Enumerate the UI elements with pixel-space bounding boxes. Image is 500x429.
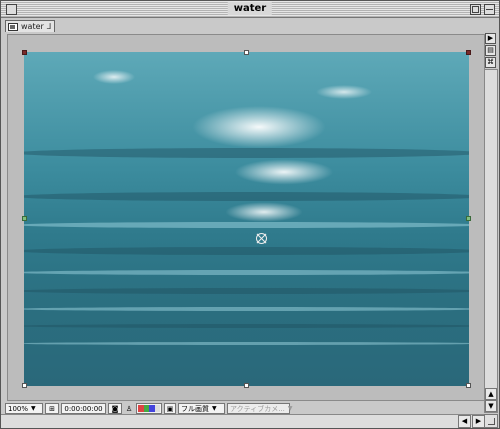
wave-band [24,307,469,311]
safe-area-button[interactable]: ⊞ [45,403,59,414]
tab-close-icon[interactable]: ⅃ [47,22,51,31]
tab-water[interactable]: water ⅃ [5,20,55,32]
chevron-down-icon: ▼ [287,405,293,412]
scroll-up-icon[interactable]: ▲ [485,388,497,400]
wave-band [24,270,469,275]
handle-bottom-center[interactable] [244,383,249,388]
chevron-down-icon: ▼ [31,405,36,412]
collapse-box-icon[interactable] [484,4,495,15]
handle-middle-right[interactable] [466,216,471,221]
alpha-channel-icon [154,405,160,412]
wave-band [24,148,469,158]
composition-icon [8,22,18,31]
scroll-left-icon[interactable]: ◀ [458,415,471,428]
handle-top-left[interactable] [22,50,27,55]
horizontal-scrollbar[interactable]: ◀ ▶ [1,414,485,428]
tab-label: water [21,22,44,31]
timecode-field[interactable]: 0:00:00:00 [61,403,106,414]
resize-grip-icon[interactable] [484,414,498,428]
handle-top-right[interactable] [466,50,471,55]
anchor-point-icon[interactable] [256,233,267,244]
snapshot-button[interactable]: ◙ [108,403,122,414]
zoom-box-icon[interactable] [470,4,481,15]
water-layer-image[interactable] [24,52,469,386]
handle-middle-left[interactable] [22,216,27,221]
show-snapshot-button[interactable]: ♙ [124,403,134,414]
wave-band [24,192,469,201]
composition-viewer[interactable] [7,34,485,401]
scroll-down-icon[interactable]: ▼ [485,400,497,412]
window-title: water [227,2,273,15]
wave-band [24,247,469,255]
wave-band [24,324,469,328]
view-value: アクティブカメ... [230,404,285,413]
timecode-value: 0:00:00:00 [64,404,103,413]
vertical-scrollbar[interactable]: ▲ ▼ [484,69,498,413]
viewer-toolbar: 100% ▼ ⊞ 0:00:00:00 ◙ ♙ ▣ フル画質 ▼ アクティブカメ… [5,403,293,414]
panel-menu-arrow-icon[interactable]: ▶ [485,33,496,44]
handle-top-center[interactable] [244,50,249,55]
wave-band [24,342,469,345]
close-box-icon[interactable] [6,4,17,15]
handle-bottom-left[interactable] [22,383,27,388]
composition-window: water water ⅃ ▶ ▤ ⌘ ▲ ▼ 100% ▼ ⊞ 0:00:00… [0,0,500,429]
chevron-down-icon: ▼ [212,405,217,412]
title-bar[interactable]: water [1,1,499,18]
view-dropdown[interactable]: アクティブカメ... ▼ [227,403,293,414]
wave-band [24,222,469,228]
timeline-toggle-icon[interactable]: ▤ [485,45,496,56]
handle-bottom-right[interactable] [466,383,471,388]
zoom-value: 100% [8,404,29,413]
zoom-dropdown[interactable]: 100% ▼ [5,403,43,414]
resolution-value: フル画質 [181,404,209,413]
wave-band [24,288,469,294]
region-of-interest-button[interactable]: ▣ [164,403,176,414]
tab-row: water ⅃ [1,19,499,32]
flowchart-icon[interactable]: ⌘ [485,57,496,68]
resolution-dropdown[interactable]: フル画質 ▼ [178,403,225,414]
channel-button[interactable] [136,403,162,414]
